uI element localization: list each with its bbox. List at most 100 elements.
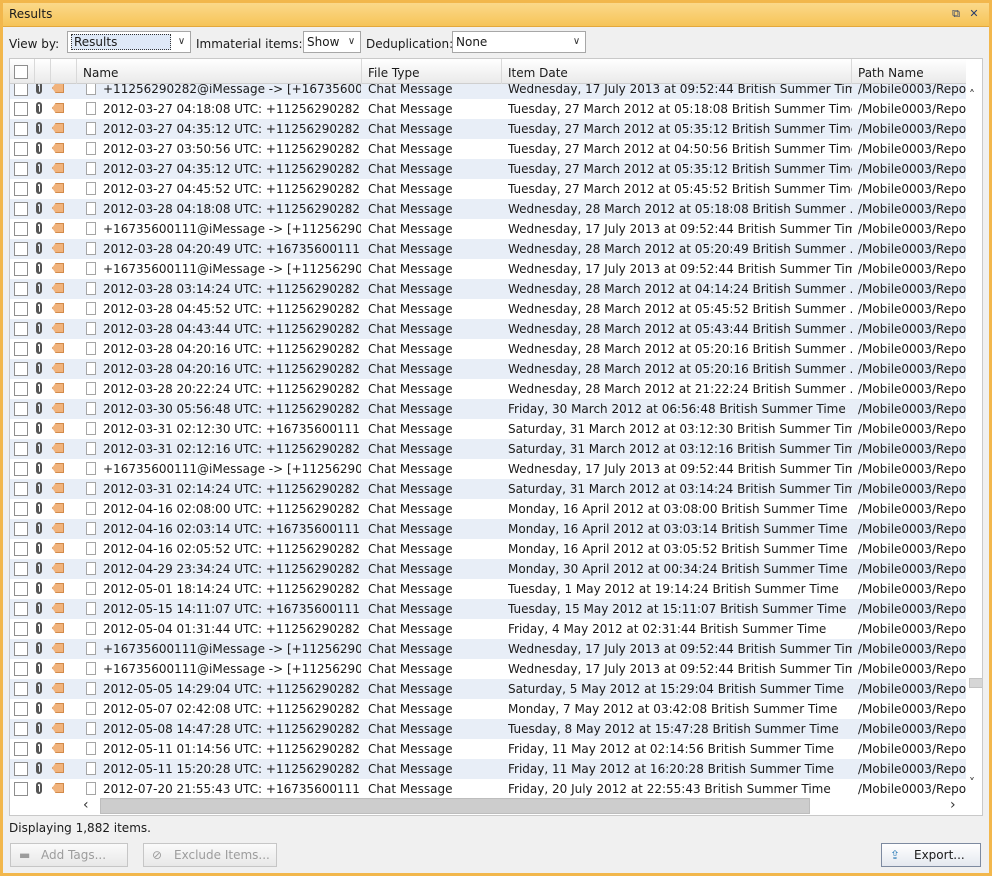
select-all-checkbox[interactable] <box>14 65 28 79</box>
row-checkbox[interactable] <box>14 422 28 436</box>
table-row[interactable]: 2012-05-01 18:14:24 UTC: +11256290282...… <box>10 579 966 599</box>
row-checkbox[interactable] <box>14 302 28 316</box>
table-row[interactable]: 2012-03-28 03:14:24 UTC: +11256290282...… <box>10 279 966 299</box>
table-row[interactable]: 2012-03-30 05:56:48 UTC: +11256290282...… <box>10 399 966 419</box>
row-checkbox[interactable] <box>14 122 28 136</box>
table-row[interactable]: 2012-07-20 21:55:43 UTC: +16735600111...… <box>10 779 966 797</box>
table-row-partial[interactable]: +11256290282@iMessage -> [+16735600111..… <box>10 84 966 99</box>
vertical-scroll-thumb[interactable] <box>969 678 982 688</box>
row-checkbox[interactable] <box>14 442 28 456</box>
table-row[interactable]: 2012-05-07 02:42:08 UTC: +11256290282...… <box>10 699 966 719</box>
row-checkbox[interactable] <box>14 762 28 776</box>
row-checkbox[interactable] <box>14 84 28 96</box>
horizontal-scroll-thumb[interactable] <box>100 798 810 814</box>
table-row[interactable]: 2012-03-27 04:18:08 UTC: +11256290282...… <box>10 99 966 119</box>
column-header-name[interactable]: Name <box>77 59 362 84</box>
table-row[interactable]: 2012-03-27 03:50:56 UTC: +11256290282...… <box>10 139 966 159</box>
row-checkbox[interactable] <box>14 462 28 476</box>
table-row[interactable]: 2012-03-28 04:43:44 UTC: +11256290282...… <box>10 319 966 339</box>
immaterial-items-dropdown[interactable]: Show ∨ <box>303 31 361 53</box>
column-header-file-type[interactable]: File Type <box>362 59 502 84</box>
horizontal-scrollbar[interactable]: ‹ › <box>10 796 966 815</box>
row-checkbox[interactable] <box>14 602 28 616</box>
table-row[interactable]: 2012-05-08 14:47:28 UTC: +11256290282...… <box>10 719 966 739</box>
cell-file-type: Chat Message <box>368 722 453 736</box>
attachment-column-header[interactable] <box>35 59 51 84</box>
row-checkbox[interactable] <box>14 682 28 696</box>
table-row[interactable]: +16735600111@iMessage -> [+11256290... Ch… <box>10 259 966 279</box>
row-checkbox[interactable] <box>14 642 28 656</box>
table-row[interactable]: 2012-03-28 20:22:24 UTC: +11256290282...… <box>10 379 966 399</box>
row-checkbox[interactable] <box>14 202 28 216</box>
table-row[interactable]: 2012-03-27 04:35:12 UTC: +11256290282...… <box>10 159 966 179</box>
table-row[interactable]: 2012-03-28 04:20:49 UTC: +16735600111...… <box>10 239 966 259</box>
table-row[interactable]: 2012-04-16 02:08:00 UTC: +11256290282...… <box>10 499 966 519</box>
table-row[interactable]: 2012-03-31 02:12:16 UTC: +11256290282...… <box>10 439 966 459</box>
row-checkbox[interactable] <box>14 742 28 756</box>
table-row[interactable]: +16735600111@iMessage -> [+11256290... Ch… <box>10 459 966 479</box>
table-row[interactable]: 2012-03-31 02:14:24 UTC: +11256290282...… <box>10 479 966 499</box>
row-checkbox[interactable] <box>14 142 28 156</box>
table-row[interactable]: +16735600111@iMessage -> [+11256290... Ch… <box>10 639 966 659</box>
restore-icon[interactable]: ⧉ <box>949 7 963 21</box>
row-checkbox[interactable] <box>14 342 28 356</box>
cell-name: +11256290282@iMessage -> [+16735600111..… <box>103 84 361 96</box>
table-row[interactable]: 2012-03-31 02:12:30 UTC: +16735600111...… <box>10 419 966 439</box>
row-checkbox[interactable] <box>14 242 28 256</box>
table-row[interactable]: 2012-03-27 04:45:52 UTC: +11256290282...… <box>10 179 966 199</box>
table-row[interactable]: 2012-03-28 04:45:52 UTC: +11256290282...… <box>10 299 966 319</box>
row-checkbox[interactable] <box>14 782 28 796</box>
export-button[interactable]: ⇪ Export... <box>881 843 981 867</box>
row-checkbox[interactable] <box>14 402 28 416</box>
row-checkbox[interactable] <box>14 222 28 236</box>
row-checkbox[interactable] <box>14 502 28 516</box>
table-row[interactable]: 2012-04-16 02:05:52 UTC: +11256290282...… <box>10 539 966 559</box>
scroll-down-icon[interactable]: ˅ <box>969 776 975 790</box>
row-checkbox[interactable] <box>14 522 28 536</box>
view-by-dropdown[interactable]: Results ∨ <box>67 31 191 53</box>
column-header-path-name[interactable]: Path Name <box>852 59 966 84</box>
tag-column-header[interactable] <box>51 59 77 84</box>
table-row[interactable]: 2012-05-11 01:14:56 UTC: +11256290282...… <box>10 739 966 759</box>
cell-item-date: Wednesday, 17 July 2013 at 09:52:44 Brit… <box>508 262 852 276</box>
row-checkbox[interactable] <box>14 382 28 396</box>
table-row[interactable]: +16735600111@iMessage -> [+11256290... Ch… <box>10 219 966 239</box>
table-row[interactable]: 2012-05-11 15:20:28 UTC: +11256290282...… <box>10 759 966 779</box>
row-checkbox[interactable] <box>14 582 28 596</box>
row-checkbox[interactable] <box>14 662 28 676</box>
table-row[interactable]: 2012-03-28 04:20:16 UTC: +11256290282...… <box>10 359 966 379</box>
column-header-item-date[interactable]: Item Date <box>502 59 852 84</box>
row-checkbox[interactable] <box>14 162 28 176</box>
row-checkbox[interactable] <box>14 282 28 296</box>
vertical-scrollbar[interactable]: ˄ ˅ <box>967 84 982 815</box>
document-icon <box>86 322 96 335</box>
row-checkbox[interactable] <box>14 102 28 116</box>
row-checkbox[interactable] <box>14 322 28 336</box>
exclude-items-button[interactable]: ⊘ Exclude Items... <box>143 843 277 867</box>
add-tags-button[interactable]: ▬ Add Tags... <box>10 843 128 867</box>
table-row[interactable]: 2012-03-28 04:20:16 UTC: +11256290282...… <box>10 339 966 359</box>
row-checkbox[interactable] <box>14 362 28 376</box>
cell-item-date: Monday, 30 April 2012 at 00:34:24 Britis… <box>508 562 848 576</box>
table-row[interactable]: 2012-03-27 04:35:12 UTC: +11256290282...… <box>10 119 966 139</box>
table-row[interactable]: 2012-05-04 01:31:44 UTC: +11256290282...… <box>10 619 966 639</box>
row-checkbox[interactable] <box>14 562 28 576</box>
row-checkbox[interactable] <box>14 262 28 276</box>
table-row[interactable]: 2012-05-05 14:29:04 UTC: +11256290282...… <box>10 679 966 699</box>
row-checkbox[interactable] <box>14 622 28 636</box>
table-row[interactable]: +16735600111@iMessage -> [+11256290... Ch… <box>10 659 966 679</box>
scroll-right-icon[interactable]: › <box>950 797 956 813</box>
scroll-left-icon[interactable]: ‹ <box>83 797 89 813</box>
close-icon[interactable]: ✕ <box>967 7 981 21</box>
row-checkbox[interactable] <box>14 482 28 496</box>
row-checkbox[interactable] <box>14 182 28 196</box>
table-row[interactable]: 2012-04-29 23:34:24 UTC: +11256290282...… <box>10 559 966 579</box>
deduplication-dropdown[interactable]: None ∨ <box>452 31 586 53</box>
table-row[interactable]: 2012-04-16 02:03:14 UTC: +16735600111...… <box>10 519 966 539</box>
table-row[interactable]: 2012-03-28 04:18:08 UTC: +11256290282...… <box>10 199 966 219</box>
scroll-up-icon[interactable]: ˄ <box>969 88 975 102</box>
row-checkbox[interactable] <box>14 702 28 716</box>
row-checkbox[interactable] <box>14 542 28 556</box>
table-row[interactable]: 2012-05-15 14:11:07 UTC: +16735600111...… <box>10 599 966 619</box>
row-checkbox[interactable] <box>14 722 28 736</box>
